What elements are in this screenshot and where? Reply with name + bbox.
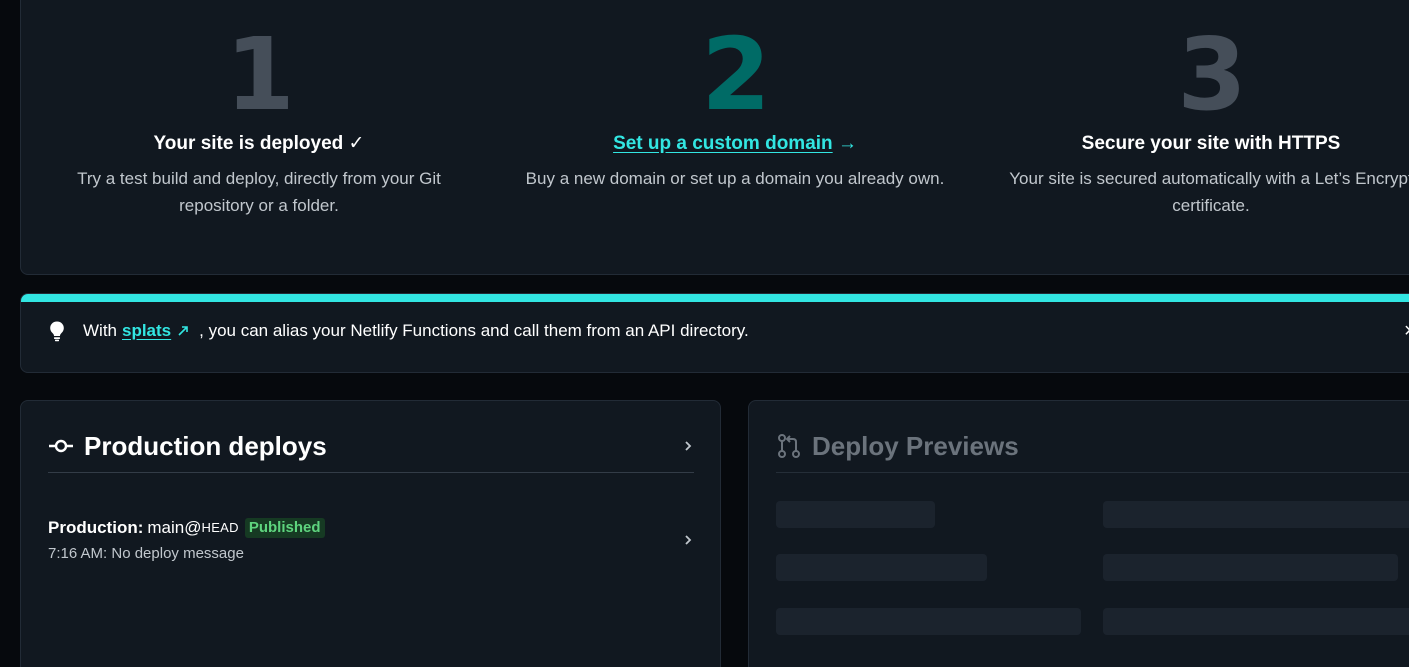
custom-domain-link[interactable]: Set up a custom domain xyxy=(613,133,833,154)
deploy-ref: HEAD xyxy=(201,520,239,535)
deploy-time: 7:16 AM: xyxy=(48,545,108,562)
chevron-right-icon xyxy=(685,535,692,545)
deploy-message: No deploy message xyxy=(111,545,244,562)
production-deploys-header[interactable]: Production deploys xyxy=(48,431,694,473)
step-title: Set up a custom domain → xyxy=(497,131,973,157)
app-root: 1 Your site is deployed ✓ Try a test bui… xyxy=(0,0,1409,667)
step-title: Secure your site with HTTPS xyxy=(1081,133,1341,154)
card-title: Deploy Previews xyxy=(812,431,1019,461)
splats-link[interactable]: splats xyxy=(122,321,171,341)
deploy-previews-card: Deploy Previews xyxy=(748,400,1409,667)
tip-suffix: , you can alias your Netlify Functions a… xyxy=(199,321,749,340)
loading-placeholder xyxy=(1103,554,1398,581)
lightbulb-icon xyxy=(50,321,64,342)
tip-banner: With splats , you can alias your Netlify… xyxy=(20,293,1409,373)
deploy-list-item[interactable]: Production: main@ HEAD Published 7:16 AM:… xyxy=(48,517,694,569)
loading-placeholder xyxy=(1103,608,1409,635)
step-number: 3 xyxy=(1177,16,1247,133)
step-custom-domain: 2 Set up a custom domain → Buy a new dom… xyxy=(497,1,973,192)
tip-accent-bar xyxy=(21,294,1409,302)
step-description: Try a test build and deploy, directly fr… xyxy=(77,169,441,215)
step-description: Buy a new domain or set up a domain you … xyxy=(525,169,945,188)
step-deployed: 1 Your site is deployed ✓ Try a test bui… xyxy=(21,1,497,219)
step-number: 1 xyxy=(225,16,295,133)
step-https: 3 Secure your site with HTTPS Your site … xyxy=(973,1,1409,219)
chevron-right-icon[interactable] xyxy=(682,439,694,453)
step-description: Your site is secured automatically with … xyxy=(1009,169,1409,215)
pull-request-icon xyxy=(778,434,800,458)
external-link-icon xyxy=(178,326,188,336)
deploy-summary: Production: main@ HEAD Published xyxy=(48,517,694,539)
status-badge: Published xyxy=(244,518,325,538)
deploy-context-label: Production: xyxy=(48,518,144,537)
commit-icon xyxy=(49,439,73,453)
onboarding-steps-card: 1 Your site is deployed ✓ Try a test bui… xyxy=(20,0,1409,275)
deploy-previews-header[interactable]: Deploy Previews xyxy=(776,431,1409,473)
card-title: Production deploys xyxy=(84,431,327,461)
arrow-right-icon: → xyxy=(837,133,857,154)
step-number: 2 xyxy=(701,16,771,133)
loading-placeholder xyxy=(1103,501,1409,528)
tip-prefix: With xyxy=(83,321,117,340)
loading-placeholder xyxy=(776,554,987,581)
deploy-branch: main@ xyxy=(147,518,202,537)
step-title: Your site is deployed ✓ xyxy=(153,133,365,154)
close-icon[interactable]: × xyxy=(1404,320,1409,343)
deploy-meta: 7:16 AM: No deploy message xyxy=(48,545,694,562)
loading-placeholder xyxy=(776,608,1081,635)
production-deploys-card: Production deploys Production: main@ HEAD… xyxy=(20,400,721,667)
loading-placeholder xyxy=(776,501,935,528)
tip-content: With splats , you can alias your Netlify… xyxy=(47,320,749,342)
